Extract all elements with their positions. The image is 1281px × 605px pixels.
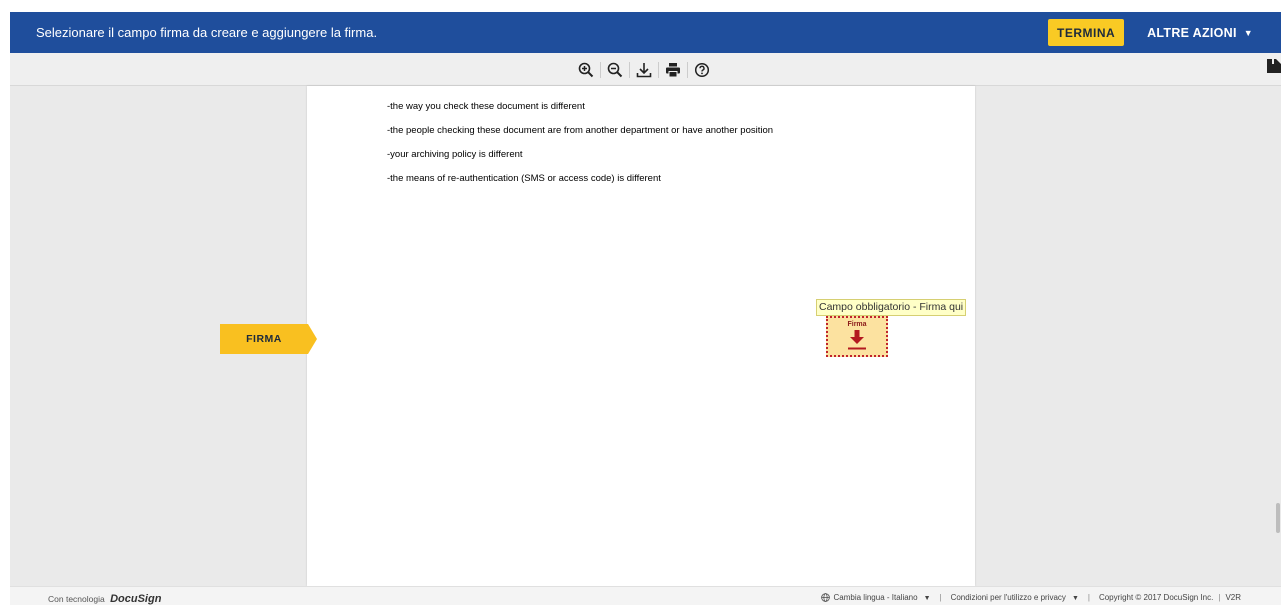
zoom-out-icon[interactable] [603, 59, 627, 81]
signature-field-label: Firma [847, 321, 867, 328]
zoom-in-icon[interactable] [574, 59, 598, 81]
toolbar-divider [629, 62, 630, 78]
copyright-text: Copyright © 2017 DocuSign Inc. [1098, 593, 1214, 603]
arrow-down-icon [848, 330, 866, 350]
top-strip [0, 0, 1281, 12]
sign-here-tag-label: FIRMA [246, 333, 282, 345]
action-bar: Selezionare il campo firma da creare e a… [10, 12, 1281, 53]
footer-separator: | [1087, 593, 1090, 603]
document-line: -the means of re-authentication (SMS or … [387, 173, 661, 184]
caret-down-icon: ▼ [1243, 27, 1253, 38]
caret-down-icon: ▼ [1071, 595, 1079, 603]
more-actions-label: ALTRE AZIONI [1147, 25, 1237, 40]
version-text: V2R [1225, 593, 1241, 603]
terms-privacy-link[interactable]: Condizioni per l'utilizzo e privacy ▼ [951, 593, 1079, 602]
required-field-tooltip: Campo obbligatorio - Firma qui [816, 299, 967, 316]
language-label: Cambia lingua - Italiano [833, 593, 918, 602]
scrollbar-thumb[interactable] [1276, 503, 1280, 533]
toolbar-divider [658, 62, 659, 78]
footer-separator: | [1218, 593, 1221, 603]
powered-by: Con tecnologia DocuSign [48, 593, 161, 605]
document-panel-icon[interactable] [1267, 59, 1281, 79]
download-icon[interactable] [632, 59, 656, 81]
document-line: -the way you check these document is dif… [387, 101, 585, 112]
sign-here-tag[interactable]: FIRMA [220, 324, 317, 354]
toolbar-tools [574, 59, 714, 81]
print-icon[interactable] [661, 59, 685, 81]
footer-separator: | [939, 593, 942, 603]
globe-icon [820, 593, 830, 603]
caret-down-icon: ▼ [923, 595, 931, 602]
footer: Con tecnologia DocuSign Cambia lingua - … [10, 586, 1281, 605]
finish-button[interactable]: TERMINA [1048, 19, 1125, 46]
help-icon[interactable] [690, 59, 714, 81]
instruction-message: Selezionare il campo firma da creare e a… [36, 25, 378, 40]
footer-links: Cambia lingua - Italiano ▼ | Condizioni p… [820, 593, 1241, 603]
toolbar-divider [600, 62, 601, 78]
document-line: -the people checking these document are … [387, 125, 774, 136]
document-toolbar [10, 53, 1281, 86]
terms-label: Condizioni per l'utilizzo e privacy [950, 593, 1066, 603]
more-actions-button[interactable]: ALTRE AZIONI ▼ [1147, 26, 1253, 40]
signature-field[interactable]: Firma [826, 316, 888, 357]
language-selector[interactable]: Cambia lingua - Italiano ▼ [820, 593, 931, 603]
powered-by-text: Con tecnologia [48, 594, 105, 604]
toolbar-divider [687, 62, 688, 78]
document-line: -your archiving policy is different [387, 149, 523, 160]
docusign-logo: DocuSign [110, 593, 162, 605]
